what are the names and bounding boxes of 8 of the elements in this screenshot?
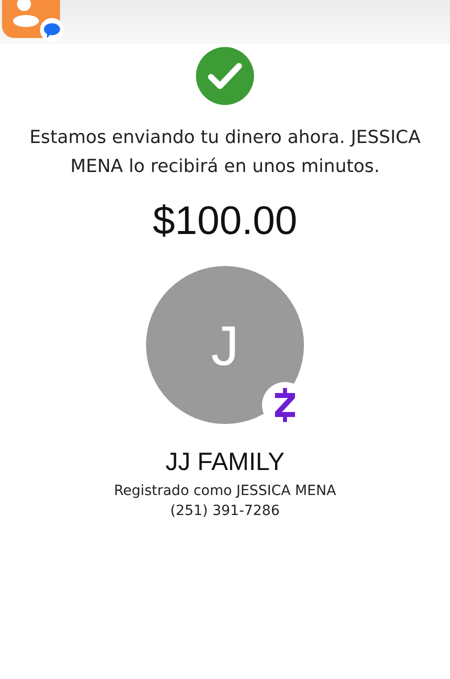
amount: $100.00 [152, 199, 298, 244]
phone-number: (251) 391-7286 [170, 503, 280, 519]
recipient-name: JJ FAMILY [165, 448, 284, 477]
registered-name: Registrado como JESSICA MENA [114, 483, 336, 499]
logo-icon [274, 388, 296, 422]
confirmation-message: Estamos enviando tu dinero ahora. JESSICA MENA lo recibirá en unos minutos. [28, 126, 422, 179]
avatar: J [146, 266, 304, 424]
checkmark-icon [196, 47, 254, 105]
